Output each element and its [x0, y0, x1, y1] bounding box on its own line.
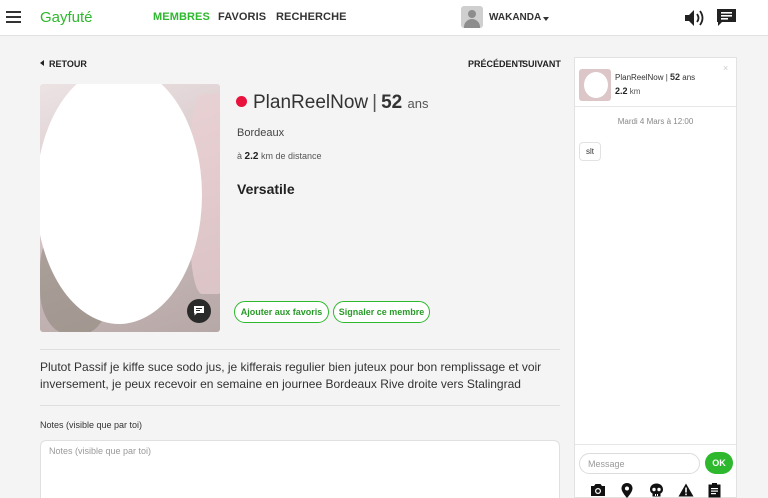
notes-field[interactable] [40, 440, 560, 498]
nav-favoris[interactable]: FAVORIS [218, 11, 266, 23]
speaker-icon[interactable] [684, 9, 706, 27]
online-status-dot [236, 96, 247, 107]
top-bar: Gayfuté MEMBRES FAVORIS RECHERCHE WAKAND… [0, 0, 768, 36]
message-input[interactable] [579, 453, 700, 474]
right-gutter [737, 37, 768, 498]
report-member-button[interactable]: Signaler ce membre [333, 301, 430, 323]
profile-bio: Plutot Passif je kiffe suce sodo jus, je… [40, 360, 542, 391]
warning-icon[interactable] [678, 483, 694, 497]
divider [575, 444, 736, 445]
skull-icon[interactable] [649, 483, 664, 498]
profile-heading: PlanReelNow | 52 ans [236, 92, 428, 114]
brand-logo[interactable]: Gayfuté [40, 9, 93, 26]
profile-photo[interactable] [40, 84, 220, 332]
back-link[interactable]: RETOUR [40, 59, 87, 69]
chevron-left-icon [40, 60, 44, 66]
profile-name: PlanReelNow [253, 92, 369, 113]
message-icon[interactable] [187, 299, 211, 323]
chat-header: PlanReelNow | 52 ans 2.2 km × [575, 58, 736, 107]
profile-age: 52 [381, 92, 403, 113]
location-pin-icon[interactable] [621, 483, 633, 498]
profile-city: Bordeaux [237, 127, 285, 139]
notes-label: Notes (visible que par toi) [40, 420, 143, 430]
menu-icon[interactable] [6, 11, 21, 23]
chat-header-distance: 2.2 km [615, 86, 641, 96]
chat-header-name: PlanReelNow | 52 ans [615, 72, 696, 82]
nav-recherche[interactable]: RECHERCHE [276, 11, 347, 23]
previous-link[interactable]: PRÉCÉDENT [468, 59, 524, 69]
clipboard-icon[interactable] [708, 483, 721, 498]
camera-icon[interactable] [590, 483, 606, 497]
profile-distance: à 2.2 km de distance [237, 151, 322, 162]
profile-main: RETOUR PRÉCÉDENT SUIVANT PlanReelNow | 52 … [0, 37, 574, 498]
close-icon[interactable]: × [723, 63, 728, 73]
chevron-down-icon[interactable] [543, 17, 549, 21]
add-favorite-button[interactable]: Ajouter aux favoris [234, 301, 329, 323]
nav-membres[interactable]: MEMBRES [153, 11, 210, 23]
next-link[interactable]: SUIVANT [522, 59, 561, 69]
divider [40, 349, 560, 350]
chat-toolbar [575, 481, 736, 498]
chat-message: slt [579, 142, 601, 161]
send-button[interactable]: OK [705, 452, 733, 474]
chat-icon[interactable] [716, 8, 737, 28]
user-name[interactable]: WAKANDA [489, 12, 541, 23]
chat-avatar[interactable] [579, 69, 611, 101]
chat-date: Mardi 4 Mars à 12:00 [617, 117, 694, 126]
chat-panel: PlanReelNow | 52 ans 2.2 km × Mardi 4 Ma… [574, 57, 737, 498]
divider [40, 405, 560, 406]
user-avatar[interactable] [461, 6, 483, 28]
profile-role: Versatile [237, 181, 295, 197]
